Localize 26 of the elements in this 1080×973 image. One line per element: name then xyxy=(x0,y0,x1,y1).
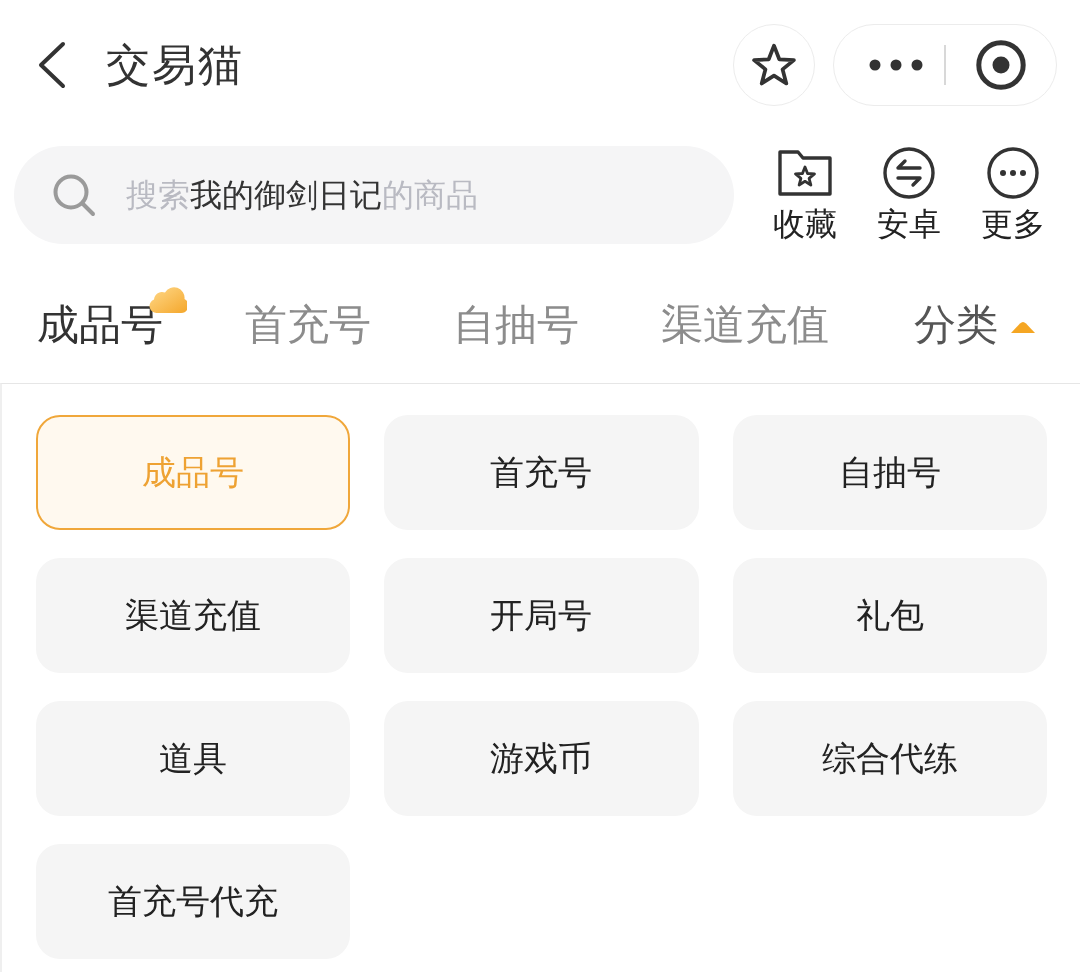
category-toggle[interactable]: 分类 xyxy=(914,300,1036,351)
circle-dot-icon xyxy=(975,40,1026,90)
category-option[interactable]: 综合代练 xyxy=(732,701,1047,816)
category-option[interactable]: 渠道充值 xyxy=(36,558,351,673)
category-option[interactable]: 礼包 xyxy=(732,558,1047,673)
back-icon xyxy=(36,41,66,89)
more-icon xyxy=(987,147,1039,200)
android-button[interactable]: 安卓 xyxy=(867,147,951,243)
category-tab[interactable]: 成品号 xyxy=(37,300,163,351)
folder-star-icon xyxy=(778,150,832,197)
category-option[interactable]: 游戏币 xyxy=(384,701,699,816)
category-option[interactable]: 开局号 xyxy=(384,558,699,673)
more-icon xyxy=(869,59,923,71)
category-option[interactable]: 首充号 xyxy=(384,415,699,530)
search-icon xyxy=(52,173,96,217)
category-option[interactable]: 道具 xyxy=(36,701,351,816)
more-button[interactable]: 更多 xyxy=(971,147,1055,243)
back-button[interactable] xyxy=(36,41,66,89)
star-icon xyxy=(751,43,797,87)
category-option[interactable]: 首充号代充 xyxy=(36,844,351,959)
category-option[interactable]: 自抽号 xyxy=(732,415,1047,530)
favorites-button[interactable]: 收藏 xyxy=(763,147,847,243)
swap-arrows-icon xyxy=(883,147,935,200)
search-field[interactable]: 搜索我的御剑日记的商品 xyxy=(14,146,734,244)
page-title: 交易猫 xyxy=(106,38,244,91)
search-placeholder: 搜索我的御剑日记的商品 xyxy=(126,175,478,215)
